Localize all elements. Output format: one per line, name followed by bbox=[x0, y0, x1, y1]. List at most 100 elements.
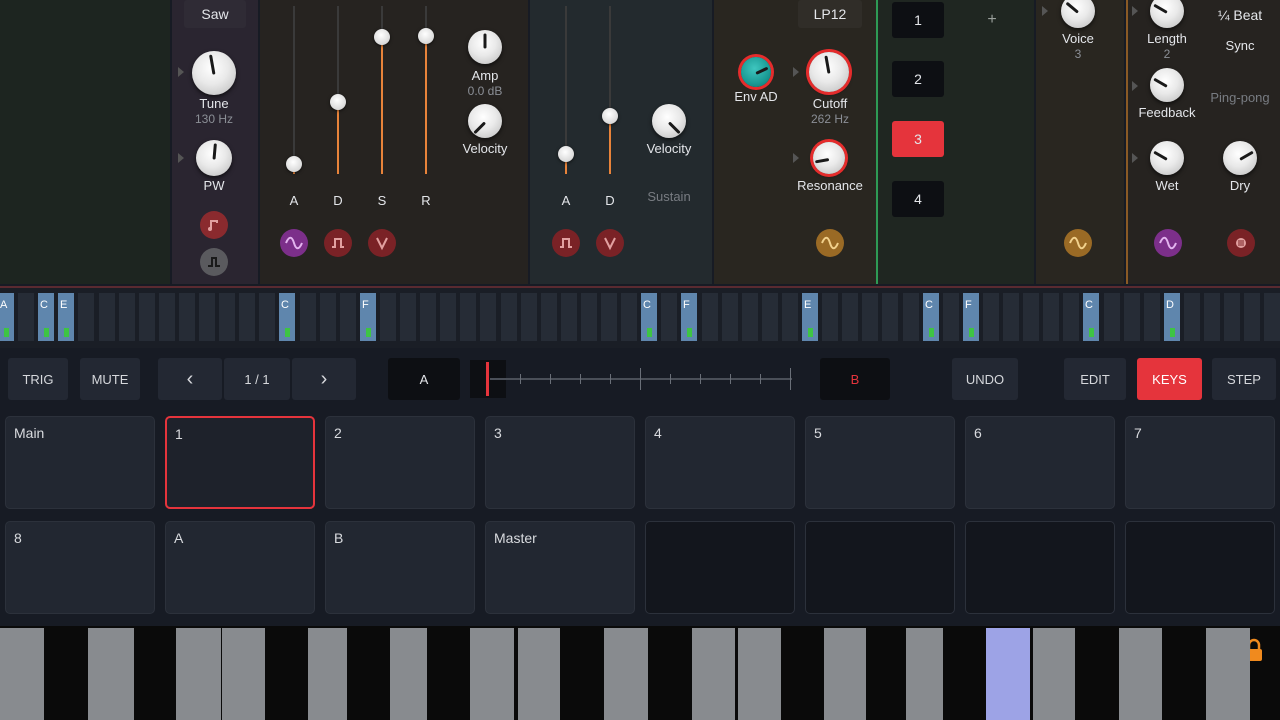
step-cell[interactable] bbox=[460, 293, 476, 341]
env2-decay-slider[interactable] bbox=[602, 108, 618, 124]
step-cell[interactable]: D bbox=[1164, 293, 1180, 341]
voice-lfo-button[interactable] bbox=[1064, 229, 1092, 257]
length-knob[interactable] bbox=[1150, 0, 1184, 28]
wave-select[interactable]: Saw bbox=[184, 0, 246, 28]
step-cell[interactable]: F bbox=[681, 293, 697, 341]
step-cell[interactable] bbox=[1023, 293, 1039, 341]
piano-key-white[interactable] bbox=[470, 628, 514, 720]
step-cell[interactable]: E bbox=[58, 293, 74, 341]
pingpong-toggle[interactable]: Ping-pong bbox=[1210, 90, 1269, 105]
step-cell[interactable] bbox=[702, 293, 718, 341]
step-cell[interactable] bbox=[601, 293, 617, 341]
step-cell[interactable] bbox=[78, 293, 94, 341]
step-cell[interactable] bbox=[903, 293, 919, 341]
step-cell[interactable] bbox=[842, 293, 858, 341]
cutoff-knob[interactable] bbox=[809, 52, 849, 92]
step-cell[interactable] bbox=[1204, 293, 1220, 341]
step-cell[interactable] bbox=[1264, 293, 1280, 341]
step-cell[interactable] bbox=[1124, 293, 1140, 341]
layer-1-button[interactable]: 1 bbox=[892, 2, 944, 38]
filter-lfo-button[interactable] bbox=[816, 229, 844, 257]
wet-knob[interactable] bbox=[1150, 141, 1184, 175]
pad-7[interactable]: 7 bbox=[1125, 416, 1275, 509]
env2-velocity-mod-button[interactable] bbox=[596, 229, 624, 257]
step-cell[interactable] bbox=[862, 293, 878, 341]
step-cell[interactable] bbox=[521, 293, 537, 341]
layer-2-button[interactable]: 2 bbox=[892, 61, 944, 97]
step-cell[interactable] bbox=[1003, 293, 1019, 341]
step-cell[interactable] bbox=[119, 293, 135, 341]
pad-6[interactable]: 6 bbox=[965, 416, 1115, 509]
note-mod-button[interactable] bbox=[200, 211, 228, 239]
step-cell[interactable] bbox=[882, 293, 898, 341]
pad-empty[interactable] bbox=[965, 521, 1115, 614]
step-cell[interactable]: F bbox=[963, 293, 979, 341]
step-cell[interactable] bbox=[943, 293, 959, 341]
piano-key-black[interactable] bbox=[781, 628, 824, 720]
feedback-knob[interactable] bbox=[1150, 68, 1184, 102]
piano-key-black[interactable] bbox=[44, 628, 88, 720]
step-cell[interactable] bbox=[400, 293, 416, 341]
step-cell[interactable] bbox=[1144, 293, 1160, 341]
pad-4[interactable]: 4 bbox=[645, 416, 795, 509]
step-cell[interactable] bbox=[742, 293, 758, 341]
step-cell[interactable] bbox=[1224, 293, 1240, 341]
pad-master[interactable]: Master bbox=[485, 521, 635, 614]
pw-knob[interactable] bbox=[196, 140, 232, 176]
sustain-slider[interactable] bbox=[374, 29, 390, 45]
step-cell[interactable] bbox=[1063, 293, 1079, 341]
env2-attack-slider[interactable] bbox=[558, 146, 574, 162]
keys-button[interactable]: KEYS bbox=[1137, 358, 1202, 400]
step-cell[interactable]: C bbox=[279, 293, 295, 341]
step-cell[interactable] bbox=[480, 293, 496, 341]
pad-8[interactable]: 8 bbox=[5, 521, 155, 614]
step-cell[interactable] bbox=[501, 293, 517, 341]
pad-empty[interactable] bbox=[1125, 521, 1275, 614]
piano-key-black[interactable] bbox=[943, 628, 986, 720]
step-cell[interactable] bbox=[1104, 293, 1120, 341]
step-cell[interactable] bbox=[762, 293, 778, 341]
step-cell[interactable]: C bbox=[1083, 293, 1099, 341]
step-cell[interactable] bbox=[159, 293, 175, 341]
velocity-mod-button[interactable] bbox=[368, 229, 396, 257]
pad-a[interactable]: A bbox=[165, 521, 315, 614]
piano-key-white[interactable] bbox=[604, 628, 648, 720]
undo-button[interactable]: UNDO bbox=[952, 358, 1018, 400]
pad-2[interactable]: 2 bbox=[325, 416, 475, 509]
dry-knob[interactable] bbox=[1223, 141, 1257, 175]
step-cell[interactable] bbox=[561, 293, 577, 341]
amp-knob[interactable] bbox=[468, 30, 502, 64]
step-cell[interactable] bbox=[581, 293, 597, 341]
edit-button[interactable]: EDIT bbox=[1064, 358, 1126, 400]
piano-key-white[interactable] bbox=[518, 628, 560, 720]
attack-slider[interactable] bbox=[286, 156, 302, 172]
add-layer-button[interactable]: + bbox=[987, 11, 996, 29]
pulse-mod-button[interactable] bbox=[200, 248, 228, 276]
piano-key-white[interactable] bbox=[1206, 628, 1250, 720]
piano-key-black[interactable] bbox=[134, 628, 176, 720]
step-cell[interactable]: C bbox=[923, 293, 939, 341]
step-cell[interactable] bbox=[239, 293, 255, 341]
step-cell[interactable] bbox=[983, 293, 999, 341]
pattern-a-button[interactable]: A bbox=[388, 358, 460, 400]
trig-button[interactable]: TRIG bbox=[8, 358, 68, 400]
delay-mod-button[interactable] bbox=[1227, 229, 1255, 257]
step-cell[interactable] bbox=[139, 293, 155, 341]
step-cell[interactable] bbox=[541, 293, 557, 341]
beat-value[interactable]: ¼ Beat bbox=[1218, 7, 1262, 23]
piano-key-white[interactable] bbox=[176, 628, 221, 720]
env2-velocity-knob[interactable] bbox=[652, 104, 686, 138]
piano-key-pressed[interactable] bbox=[986, 628, 1030, 720]
pad-empty[interactable] bbox=[805, 521, 955, 614]
step-cell[interactable] bbox=[782, 293, 798, 341]
step-cell[interactable] bbox=[1244, 293, 1260, 341]
step-cell[interactable]: C bbox=[38, 293, 54, 341]
sync-toggle[interactable]: Sync bbox=[1226, 38, 1255, 53]
step-cell[interactable] bbox=[99, 293, 115, 341]
step-cell[interactable] bbox=[340, 293, 356, 341]
crossfader-handle[interactable] bbox=[486, 362, 489, 396]
piano-key-white[interactable] bbox=[692, 628, 735, 720]
crossfader-track[interactable] bbox=[490, 378, 792, 380]
step-cell[interactable] bbox=[440, 293, 456, 341]
step-cell[interactable]: C bbox=[641, 293, 657, 341]
